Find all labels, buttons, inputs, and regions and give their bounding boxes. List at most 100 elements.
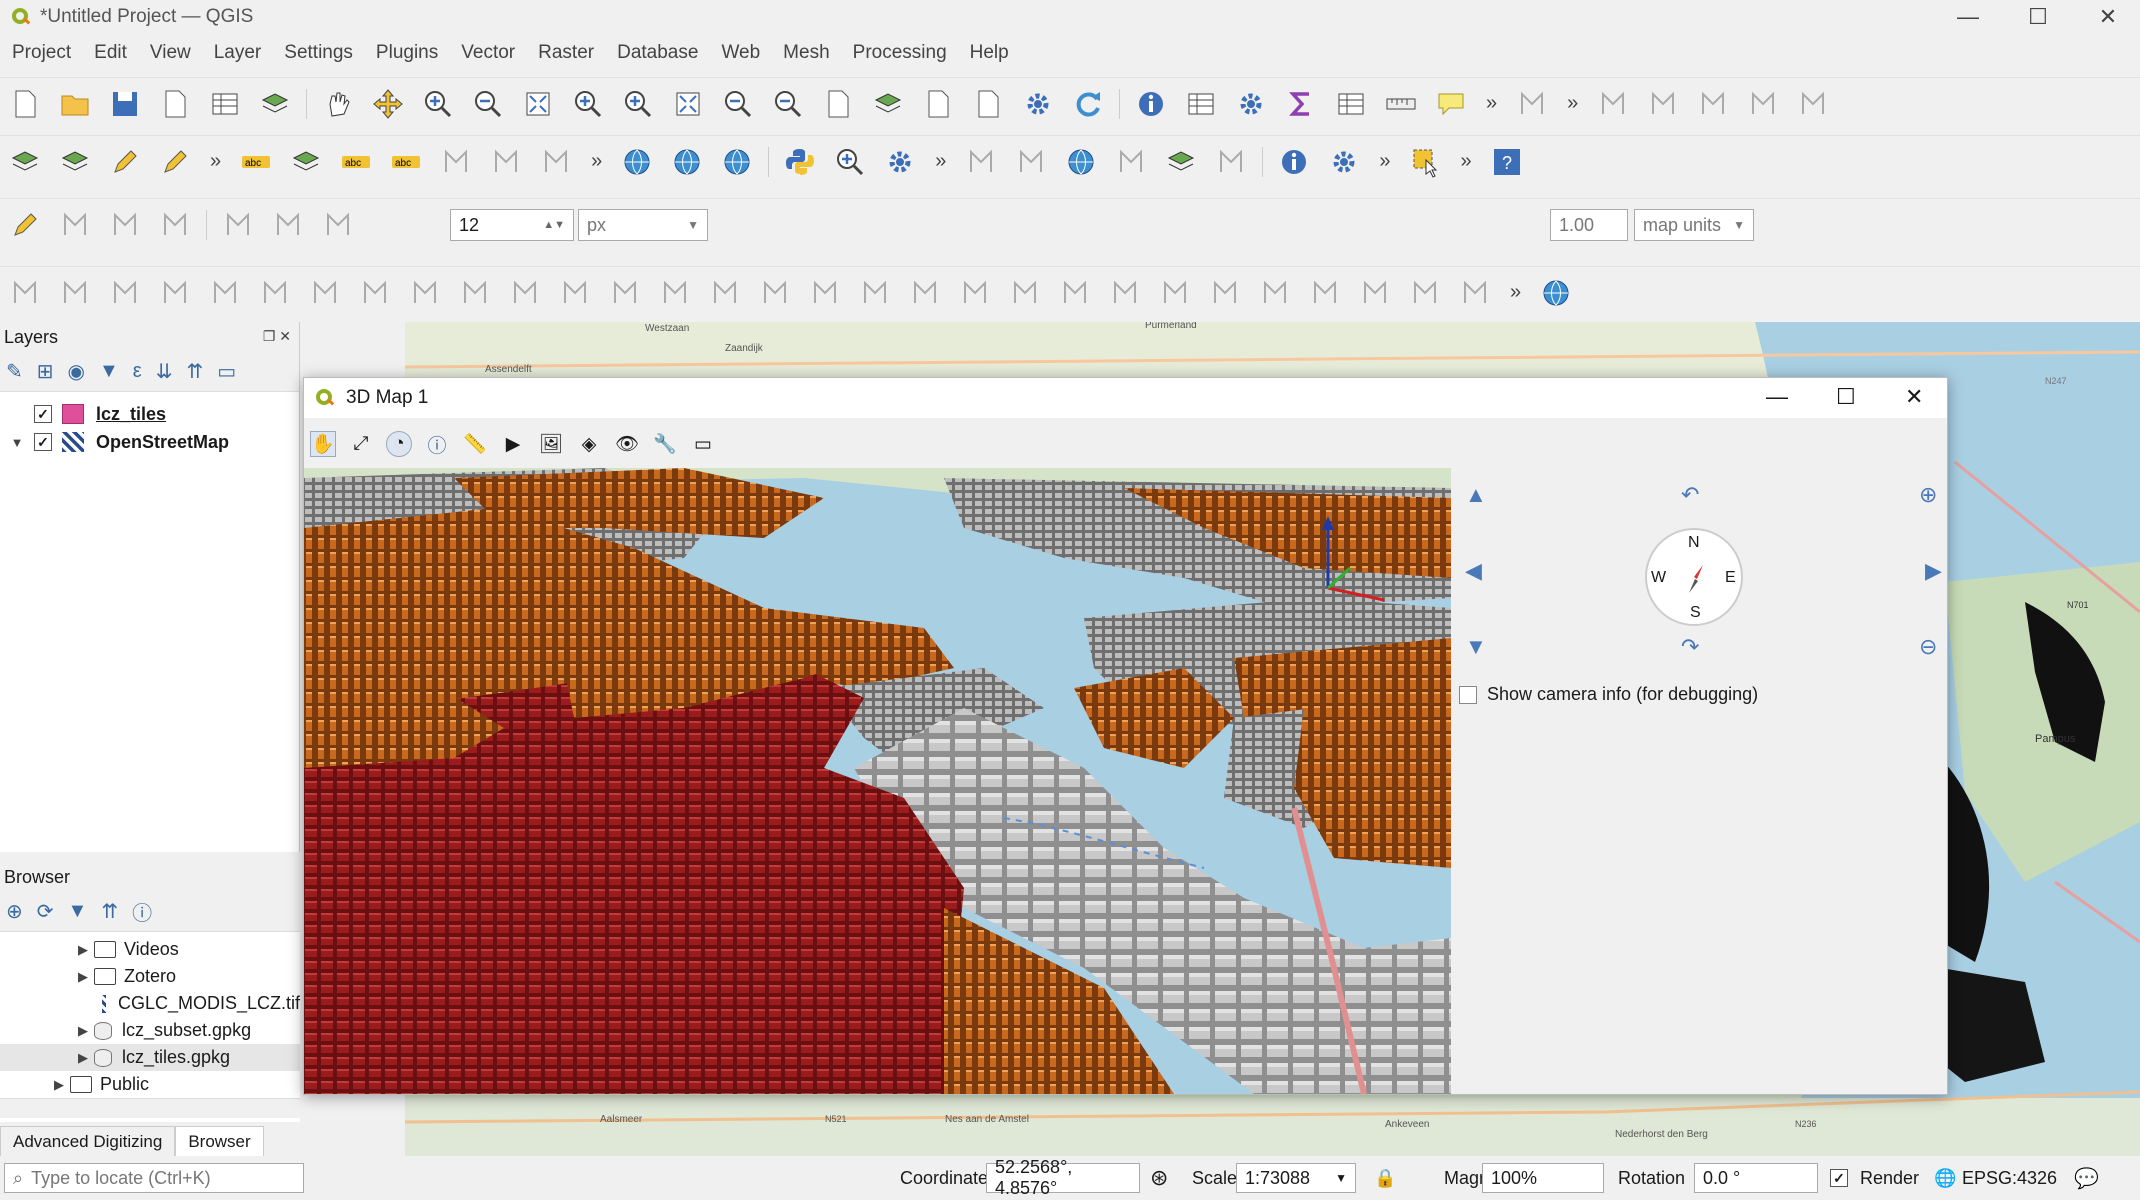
camera-info-checkbox[interactable]	[1459, 685, 1477, 704]
toolbar-overflow-icon[interactable]: »	[1567, 92, 1578, 115]
layer-styling-icon[interactable]: ✎	[6, 359, 23, 384]
snap-tool-1-icon[interactable]	[270, 205, 306, 245]
layer-labeling-icon[interactable]	[288, 142, 324, 182]
horizontal-scrollbar[interactable]	[0, 1098, 300, 1118]
remove-layer-icon[interactable]: ▭	[217, 359, 236, 384]
collapse-icon[interactable]: ⇈	[101, 899, 118, 924]
new-map-view-icon[interactable]	[820, 84, 856, 124]
menu-database[interactable]: Database	[605, 42, 709, 64]
gray-tool-1-icon[interactable]	[1595, 84, 1631, 124]
expand-arrow-icon[interactable]: ▶	[72, 969, 94, 985]
menu-web[interactable]: Web	[709, 42, 771, 64]
open-attribute-table-icon[interactable]	[1183, 84, 1219, 124]
minimize-button[interactable]: —	[1938, 0, 1998, 34]
add-group-icon[interactable]: ⊞	[37, 359, 54, 384]
new-shapefile-icon[interactable]	[107, 142, 143, 182]
filter-icon[interactable]: ▼	[68, 900, 88, 923]
search-tool-icon[interactable]	[832, 142, 868, 182]
scale-field[interactable]: 1:73088 ▼	[1236, 1163, 1356, 1193]
advanced-tool-28-icon[interactable]	[1357, 273, 1393, 313]
zoom-full-icon[interactable]	[520, 84, 556, 124]
font-size-spinbox[interactable]: 12 ▲▼	[450, 209, 574, 241]
menu-layer[interactable]: Layer	[202, 42, 273, 64]
advanced-tool-1-icon[interactable]	[7, 273, 43, 313]
globe-1-icon[interactable]	[619, 142, 655, 182]
dock-icon[interactable]: ▭	[690, 431, 716, 457]
pan-up-icon[interactable]: ▲	[1465, 482, 1487, 508]
toolbar-overflow-icon[interactable]: »	[935, 150, 946, 173]
collapse-all-icon[interactable]: ⇈	[186, 359, 203, 384]
globe-3-icon[interactable]	[719, 142, 755, 182]
advanced-tool-8-icon[interactable]	[357, 273, 393, 313]
advanced-tool-15-icon[interactable]	[707, 273, 743, 313]
pan-right-icon[interactable]: ▶	[1925, 558, 1942, 584]
crosshair-icon[interactable]	[1013, 142, 1049, 182]
zoom-in-icon[interactable]: ⊕	[1919, 482, 1937, 508]
zoom-in-icon[interactable]	[420, 84, 456, 124]
save-image-icon[interactable]: 🖼	[538, 431, 564, 457]
advanced-tool-30-icon[interactable]	[1457, 273, 1493, 313]
font-unit-select[interactable]: px ▼	[578, 209, 708, 241]
browser-item[interactable]: ▶ Zotero	[0, 963, 300, 990]
toolbox-icon[interactable]	[1233, 84, 1269, 124]
georef-icon[interactable]	[1063, 142, 1099, 182]
toolbar-overflow-icon[interactable]: »	[591, 150, 602, 173]
advanced-tool-5-icon[interactable]	[207, 273, 243, 313]
tilt-up-icon[interactable]: ↶	[1681, 482, 1699, 508]
advanced-tool-19-icon[interactable]	[907, 273, 943, 313]
advanced-tool-3-icon[interactable]	[107, 273, 143, 313]
gray-tool-5-icon[interactable]	[1795, 84, 1831, 124]
gray-tool-3-icon[interactable]	[1695, 84, 1731, 124]
tab-advanced-digitizing[interactable]: Advanced Digitizing	[0, 1126, 176, 1156]
pan-to-selection-icon[interactable]	[370, 84, 406, 124]
advanced-tool-21-icon[interactable]	[1007, 273, 1043, 313]
show-hide-label-icon[interactable]	[488, 142, 524, 182]
browser-item[interactable]: ▶ Public	[0, 1071, 300, 1098]
gray-tool-4-icon[interactable]	[1745, 84, 1781, 124]
layer-visibility-checkbox[interactable]: ✓	[34, 433, 52, 451]
magnifier-field[interactable]: 100%	[1482, 1163, 1604, 1193]
render-checkbox[interactable]: ✓	[1830, 1169, 1848, 1187]
measure-icon[interactable]: 📏	[462, 431, 488, 457]
map-tips-icon[interactable]	[1433, 84, 1469, 124]
panel-float-close-icons[interactable]: ❐ ✕	[263, 328, 291, 345]
advanced-tool-18-icon[interactable]	[857, 273, 893, 313]
rule-based-label-icon[interactable]: abc	[338, 142, 374, 182]
layer-visibility-checkbox[interactable]: ✓	[34, 405, 52, 423]
zoom-full-icon[interactable]: ⤢	[348, 431, 374, 457]
advanced-tool-12-icon[interactable]	[557, 273, 593, 313]
manage-visibility-icon[interactable]: ◉	[68, 359, 85, 384]
advanced-tool-29-icon[interactable]	[1407, 273, 1443, 313]
zoom-last-icon[interactable]	[720, 84, 756, 124]
new-geopackage-icon[interactable]	[57, 142, 93, 182]
line-unit-select[interactable]: map units ▼	[1634, 209, 1754, 241]
new-scratch-layer-icon[interactable]	[157, 142, 193, 182]
add-layer-icon[interactable]: ⊕	[6, 899, 23, 924]
export-3d-scene-icon[interactable]: ◈	[576, 431, 602, 457]
style-manager-icon[interactable]	[257, 84, 293, 124]
advanced-tool-16-icon[interactable]	[757, 273, 793, 313]
show-bookmarks-icon[interactable]	[970, 84, 1006, 124]
label-diagram-icon[interactable]: abc	[388, 142, 424, 182]
menu-view[interactable]: View	[138, 42, 202, 64]
globe-plugin-icon[interactable]	[1538, 273, 1574, 313]
settings-wrench-icon[interactable]	[1326, 142, 1362, 182]
python-console-icon[interactable]	[782, 142, 818, 182]
zoom-out-icon[interactable]: ⊖	[1919, 634, 1937, 660]
gray-tool-2-icon[interactable]	[1645, 84, 1681, 124]
gps-icon[interactable]	[1113, 142, 1149, 182]
camera-icon[interactable]: 👁	[614, 431, 640, 457]
toolbar-overflow-icon[interactable]: »	[1486, 92, 1497, 115]
zoom-out-icon[interactable]	[470, 84, 506, 124]
menu-raster[interactable]: Raster	[526, 42, 605, 64]
configure-icon[interactable]: 🔧	[652, 431, 678, 457]
layer-row-lcz-tiles[interactable]: ✓ lcz_tiles	[0, 400, 299, 428]
toggle-extents-icon[interactable]: ⊛	[1150, 1165, 1168, 1191]
vertex-tool-icon[interactable]	[157, 205, 193, 245]
advanced-tool-9-icon[interactable]	[407, 273, 443, 313]
menu-plugins[interactable]: Plugins	[364, 42, 449, 64]
tools-icon[interactable]	[882, 142, 918, 182]
camera-info-option[interactable]: Show camera info (for debugging)	[1459, 684, 1758, 705]
info-icon[interactable]	[1276, 142, 1312, 182]
pan-left-icon[interactable]: ◀	[1465, 558, 1482, 584]
